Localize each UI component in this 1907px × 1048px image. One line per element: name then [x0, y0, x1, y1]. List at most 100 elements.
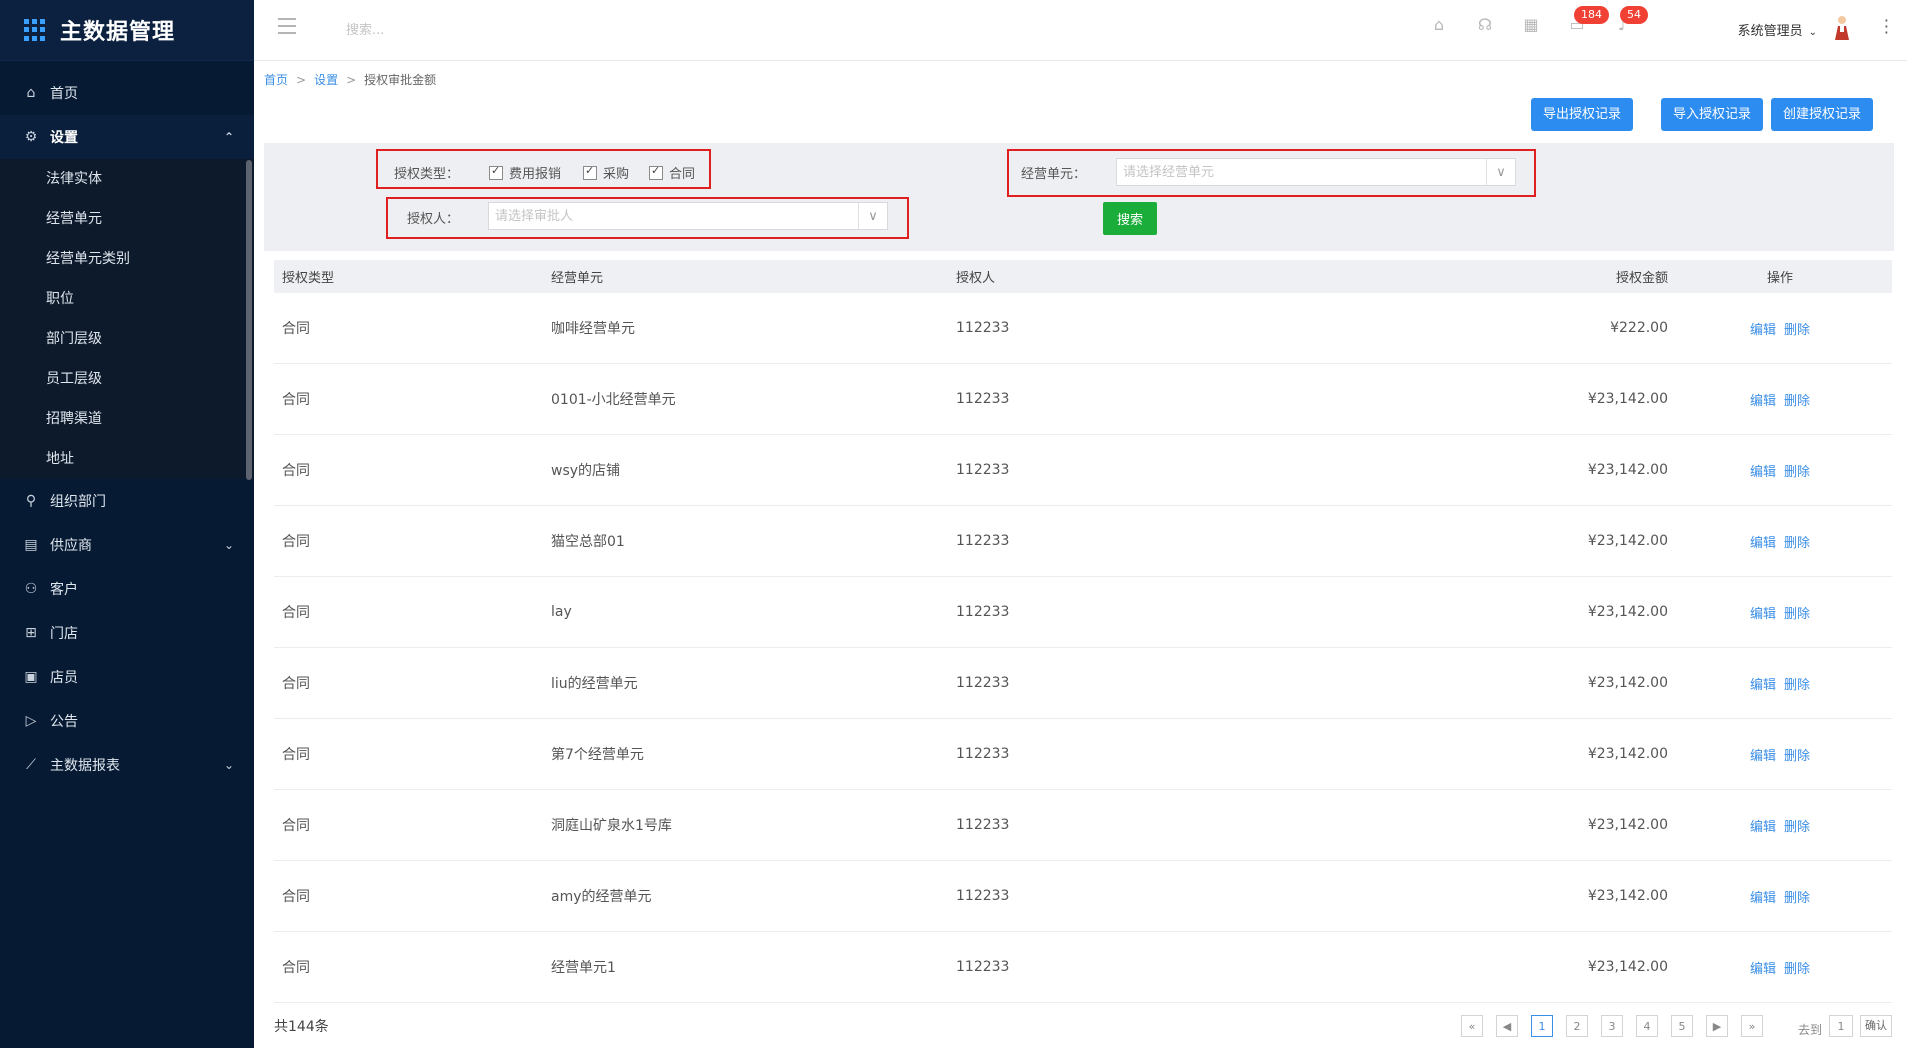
edit-link[interactable]: 编辑: [1750, 536, 1776, 551]
column-header-actions: 操作: [1766, 271, 1793, 286]
edit-link[interactable]: 编辑: [1750, 749, 1776, 764]
business-unit-select[interactable]: 请选择经营单元 ∨: [1116, 158, 1516, 186]
breadcrumb-settings-link[interactable]: 设置: [314, 73, 338, 87]
notice-icon: ▷: [25, 713, 37, 729]
edit-link[interactable]: 编辑: [1750, 891, 1776, 906]
cell-actions: 编辑 删除: [1668, 319, 1892, 338]
sidebar-item-customer[interactable]: ⚇ 客户: [0, 567, 254, 611]
cell-amount: ¥23,142.00: [1587, 675, 1668, 691]
store-icon: ⊞: [25, 625, 37, 641]
delete-link[interactable]: 删除: [1784, 323, 1810, 338]
next-page-button[interactable]: ▶: [1706, 1015, 1728, 1037]
sidebar-subitem-legal-entity[interactable]: 法律实体: [0, 159, 254, 199]
column-header-auth-type[interactable]: 授权类型: [274, 267, 543, 286]
delete-link[interactable]: 删除: [1784, 465, 1810, 480]
sidebar-subitem-business-unit-category[interactable]: 经营单元类别: [0, 239, 254, 279]
cell-business-unit: liu的经营单元: [551, 676, 638, 692]
cell-amount: ¥23,142.00: [1587, 959, 1668, 975]
create-record-button[interactable]: 创建授权记录: [1771, 98, 1874, 131]
edit-link[interactable]: 编辑: [1750, 394, 1776, 409]
sidebar-item-settings[interactable]: ⚙ 设置 ⌃: [0, 115, 254, 159]
cell-actions: 编辑 删除: [1668, 674, 1892, 693]
column-header-business-unit[interactable]: 经营单元: [543, 267, 948, 286]
cell-actions: 编辑 删除: [1668, 958, 1892, 977]
cell-business-unit: wsy的店铺: [551, 463, 621, 479]
page-button-2[interactable]: 2: [1566, 1015, 1588, 1037]
cell-auth-type: 合同: [282, 392, 310, 408]
delete-link[interactable]: 删除: [1784, 394, 1810, 409]
cell-business-unit: lay: [551, 604, 572, 620]
sidebar-subitem-employee-level[interactable]: 员工层级: [0, 359, 254, 399]
menu-toggle-icon[interactable]: [278, 18, 296, 34]
chevron-down-icon: ⌄: [1808, 27, 1817, 38]
auth-type-checkbox-expense[interactable]: 费用报销: [489, 163, 561, 182]
last-page-button[interactable]: »: [1741, 1015, 1763, 1037]
edit-link[interactable]: 编辑: [1750, 962, 1776, 977]
table-row: 合同 洞庭山矿泉水1号库 112233 ¥23,142.00 编辑 删除: [274, 790, 1892, 861]
sidebar-subitem-recruit-channel[interactable]: 招聘渠道: [0, 399, 254, 439]
sidebar-item-notice[interactable]: ▷ 公告: [0, 699, 254, 743]
page-button-5[interactable]: 5: [1671, 1015, 1693, 1037]
avatar[interactable]: [1833, 14, 1851, 40]
sidebar-item-home[interactable]: ⌂ 首页: [0, 71, 254, 115]
search-button[interactable]: 搜索: [1103, 202, 1157, 235]
topbar: ⌂ ☊ ▦ ▭ 184 ♪ 54 系统管理员 ⌄ ···: [254, 0, 1907, 61]
cell-business-unit: 0101-小北经营单元: [551, 392, 676, 408]
cell-approver: 112233: [956, 391, 1010, 407]
edit-link[interactable]: 编辑: [1750, 678, 1776, 693]
page-button-1[interactable]: 1: [1531, 1015, 1553, 1037]
more-vertical-icon[interactable]: · · ·: [1884, 13, 1889, 41]
delete-link[interactable]: 删除: [1784, 962, 1810, 977]
auth-type-label: 授权类型：: [394, 167, 460, 182]
delete-link[interactable]: 删除: [1784, 891, 1810, 906]
table-row: 合同 lay 112233 ¥23,142.00 编辑 删除: [274, 577, 1892, 648]
headset-icon[interactable]: ☊: [1474, 14, 1496, 36]
sidebar-subitem-department-level[interactable]: 部门层级: [0, 319, 254, 359]
home-icon[interactable]: ⌂: [1428, 14, 1450, 36]
cell-actions: 编辑 删除: [1668, 461, 1892, 480]
sidebar-subitem-address[interactable]: 地址: [0, 439, 254, 479]
sidebar-subitem-position[interactable]: 职位: [0, 279, 254, 319]
edit-link[interactable]: 编辑: [1750, 323, 1776, 338]
delete-link[interactable]: 删除: [1784, 607, 1810, 622]
supplier-icon: ▤: [24, 537, 38, 553]
cell-actions: 编辑 删除: [1668, 390, 1892, 409]
delete-link[interactable]: 删除: [1784, 678, 1810, 693]
delete-link[interactable]: 删除: [1784, 820, 1810, 835]
edit-link[interactable]: 编辑: [1750, 820, 1776, 835]
page-button-4[interactable]: 4: [1636, 1015, 1658, 1037]
delete-link[interactable]: 删除: [1784, 536, 1810, 551]
goto-page-input[interactable]: [1829, 1015, 1853, 1037]
edit-link[interactable]: 编辑: [1750, 607, 1776, 622]
auth-type-checkbox-contract[interactable]: 合同: [649, 163, 695, 182]
import-records-button[interactable]: 导入授权记录: [1661, 98, 1764, 131]
bell-icon[interactable]: ♪ 54: [1612, 6, 1648, 36]
sidebar-item-reports[interactable]: ⟋ 主数据报表 ⌄: [0, 743, 254, 787]
sidebar-item-store[interactable]: ⊞ 门店: [0, 611, 254, 655]
auth-type-checkbox-purchase[interactable]: 采购: [583, 163, 629, 182]
sidebar-item-supplier[interactable]: ▤ 供应商 ⌄: [0, 523, 254, 567]
search-input[interactable]: [344, 17, 548, 43]
apps-grid-icon[interactable]: ▦: [1520, 14, 1542, 36]
column-header-approver[interactable]: 授权人: [948, 267, 1328, 286]
sidebar-scrollbar[interactable]: [246, 160, 252, 480]
column-header-amount[interactable]: 授权金额: [1328, 267, 1668, 286]
delete-link[interactable]: 删除: [1784, 749, 1810, 764]
sidebar-subitem-business-unit[interactable]: 经营单元: [0, 199, 254, 239]
user-menu[interactable]: 系统管理员 ⌄: [1738, 20, 1817, 39]
goto-confirm-button[interactable]: 确认: [1860, 1015, 1892, 1037]
export-records-button[interactable]: 导出授权记录: [1531, 98, 1634, 131]
home-icon: ⌂: [26, 85, 36, 101]
page-button-3[interactable]: 3: [1601, 1015, 1623, 1037]
approver-placeholder: 请选择审批人: [495, 209, 574, 224]
breadcrumb-home-link[interactable]: 首页: [264, 73, 288, 87]
message-icon[interactable]: ▭ 184: [1566, 6, 1609, 36]
first-page-button[interactable]: «: [1461, 1015, 1483, 1037]
sidebar-item-label: 设置: [50, 130, 78, 146]
prev-page-button[interactable]: ◀: [1496, 1015, 1518, 1037]
cell-auth-type: 合同: [282, 605, 310, 621]
sidebar-item-org[interactable]: ⚲ 组织部门: [0, 479, 254, 523]
approver-select[interactable]: 请选择审批人 ∨: [488, 202, 888, 230]
sidebar-item-clerk[interactable]: ▣ 店员: [0, 655, 254, 699]
edit-link[interactable]: 编辑: [1750, 465, 1776, 480]
